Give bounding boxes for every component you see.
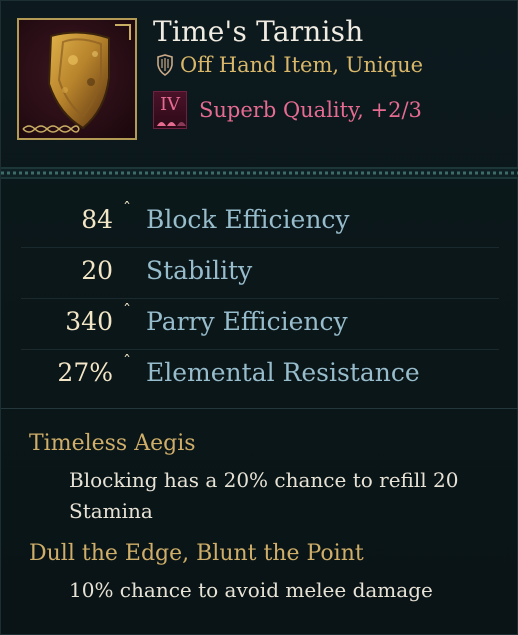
section-divider	[1, 408, 518, 409]
stat-value: 20	[81, 256, 113, 285]
quality-row: IV Superb Quality, +2/3	[153, 91, 422, 129]
ornamental-divider	[1, 167, 518, 179]
knotwork-ornament	[22, 125, 80, 133]
frame-corner-ornament	[115, 24, 131, 40]
item-portrait	[17, 18, 137, 140]
quality-pip-icon	[157, 122, 166, 126]
stat-elemental-resistance: 27% ˆ Elemental Resistance	[21, 350, 499, 400]
item-name: Time's Tarnish	[153, 15, 364, 48]
quality-pips	[157, 120, 186, 126]
kite-shield-icon	[47, 31, 110, 130]
stat-upgrade-caret: ˆ	[123, 352, 131, 371]
stat-block-efficiency: 84 ˆ Block Efficiency	[21, 197, 499, 248]
stat-parry-efficiency: 340 ˆ Parry Efficiency	[21, 299, 499, 350]
stat-label: Stability	[146, 256, 253, 285]
quality-label: Superb Quality, +2/3	[199, 98, 422, 122]
stat-stability: 20 Stability	[21, 248, 499, 299]
item-tooltip: Time's Tarnish Off Hand Item, Unique IV …	[0, 0, 518, 635]
perk-description: Blocking has a 20% chance to refill 20 S…	[69, 468, 459, 523]
stat-value: 27%	[57, 358, 113, 387]
quality-tier-badge: IV	[153, 91, 187, 129]
perk-description: 10% chance to avoid melee damage	[69, 578, 433, 602]
perk-title: Dull the Edge, Blunt the Point	[29, 541, 364, 566]
stats-list: 84 ˆ Block Efficiency 20 Stability 340 ˆ…	[1, 197, 518, 400]
stat-label: Parry Efficiency	[146, 307, 348, 336]
perk-title: Timeless Aegis	[29, 431, 196, 456]
stat-upgrade-caret: ˆ	[123, 199, 131, 218]
stat-label: Block Efficiency	[146, 205, 350, 234]
stat-upgrade-caret: ˆ	[123, 301, 131, 320]
stat-label: Elemental Resistance	[146, 358, 420, 387]
item-type-label: Off Hand Item, Unique	[180, 53, 424, 77]
stat-value: 340	[65, 307, 113, 336]
quality-pip-icon	[177, 122, 186, 126]
shield-crest-icon	[157, 54, 173, 76]
tooltip-header: Time's Tarnish Off Hand Item, Unique IV …	[1, 1, 518, 165]
stat-value: 84	[81, 205, 113, 234]
quality-tier: IV	[159, 94, 181, 115]
quality-pip-icon	[167, 122, 176, 126]
item-type-row: Off Hand Item, Unique	[156, 53, 423, 77]
